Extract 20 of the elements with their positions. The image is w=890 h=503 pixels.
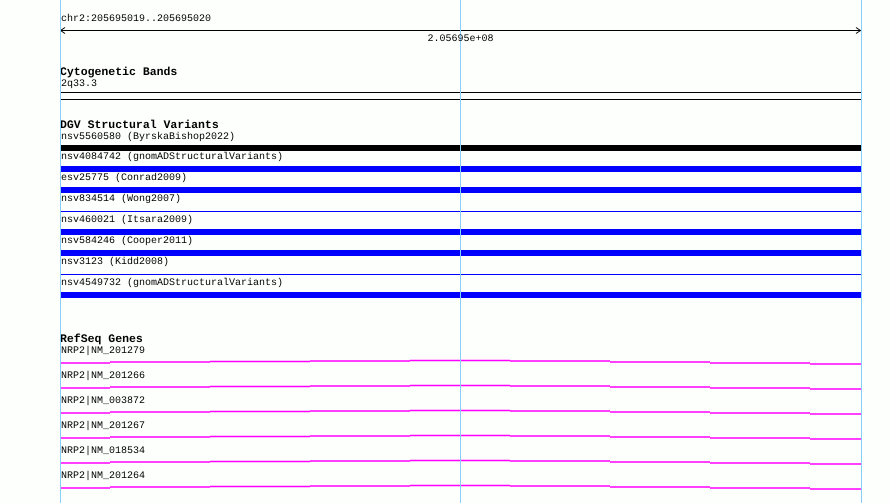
variant-label: nsv834514 (Wong2007) (60, 194, 182, 206)
gene-label: NRP2|NM_201267 (60, 421, 146, 433)
variant-label: nsv4549732 (gnomADStructuralVariants) (60, 278, 284, 290)
gene-label: NRP2|NM_201264 (60, 471, 146, 483)
track-title: DGV Structural Variants (60, 119, 219, 132)
variant-label: nsv5560580 (ByrskaBishop2022) (60, 132, 236, 144)
variant-label: nsv460021 (Itsara2009) (60, 215, 194, 227)
gene-label: NRP2|NM_003872 (60, 396, 146, 408)
gene-label: NRP2|NM_201266 (60, 371, 146, 383)
track-title: RefSeq Genes (60, 333, 143, 346)
ruler-label: 2.05695e+08 (427, 34, 494, 46)
track-title: Cytogenetic Bands (60, 66, 178, 79)
location-label: chr2:205695019..205695020 (60, 14, 212, 26)
variant-label: nsv4084742 (gnomADStructuralVariants) (60, 152, 284, 164)
variant-label: esv25775 (Conrad2009) (60, 173, 188, 185)
gene-label: NRP2|NM_018534 (60, 446, 146, 458)
variant-label: nsv584246 (Cooper2011) (60, 236, 194, 248)
band-label: 2q33.3 (60, 79, 98, 91)
gene-label: NRP2|NM_201279 (60, 346, 146, 358)
variant-label: nsv3123 (Kidd2008) (60, 257, 170, 269)
